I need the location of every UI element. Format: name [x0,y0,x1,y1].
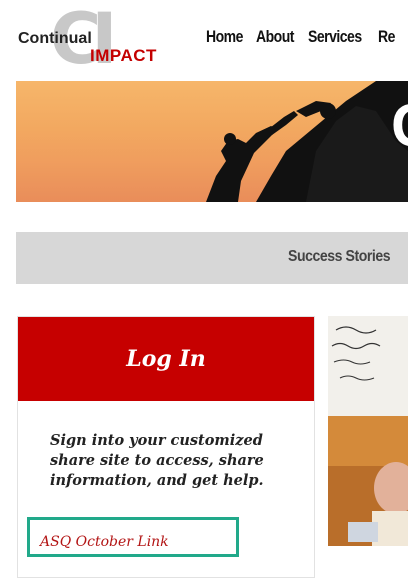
team-photo [328,316,408,546]
nav-home[interactable]: Home [206,28,243,47]
login-heading: Log In [126,346,206,372]
login-panel: Log In Sign into your customized share s… [17,316,315,578]
logo-text-continual: Continual [18,30,92,47]
logo-text-impact: IMPACT [90,46,157,65]
nav-about[interactable]: About [256,28,294,47]
asq-october-link[interactable]: ASQ October Link [40,534,169,550]
site-logo[interactable]: CI Continual IMPACT [18,4,168,74]
hero-banner: C [16,81,408,202]
hero-heading-partial: C [391,91,408,160]
nav-services[interactable]: Services [308,28,362,47]
nav-resources-truncated[interactable]: Re [378,28,395,47]
whiteboard-photo-image [328,316,408,546]
strip-title[interactable]: Success Stories [288,248,391,266]
climbers-silhouette-image [206,81,408,202]
login-description: Sign into your customized share site to … [50,432,264,489]
main-nav: Home About Services Re [206,28,398,47]
success-stories-strip: Success Stories [16,232,408,284]
login-header: Log In [18,317,314,401]
